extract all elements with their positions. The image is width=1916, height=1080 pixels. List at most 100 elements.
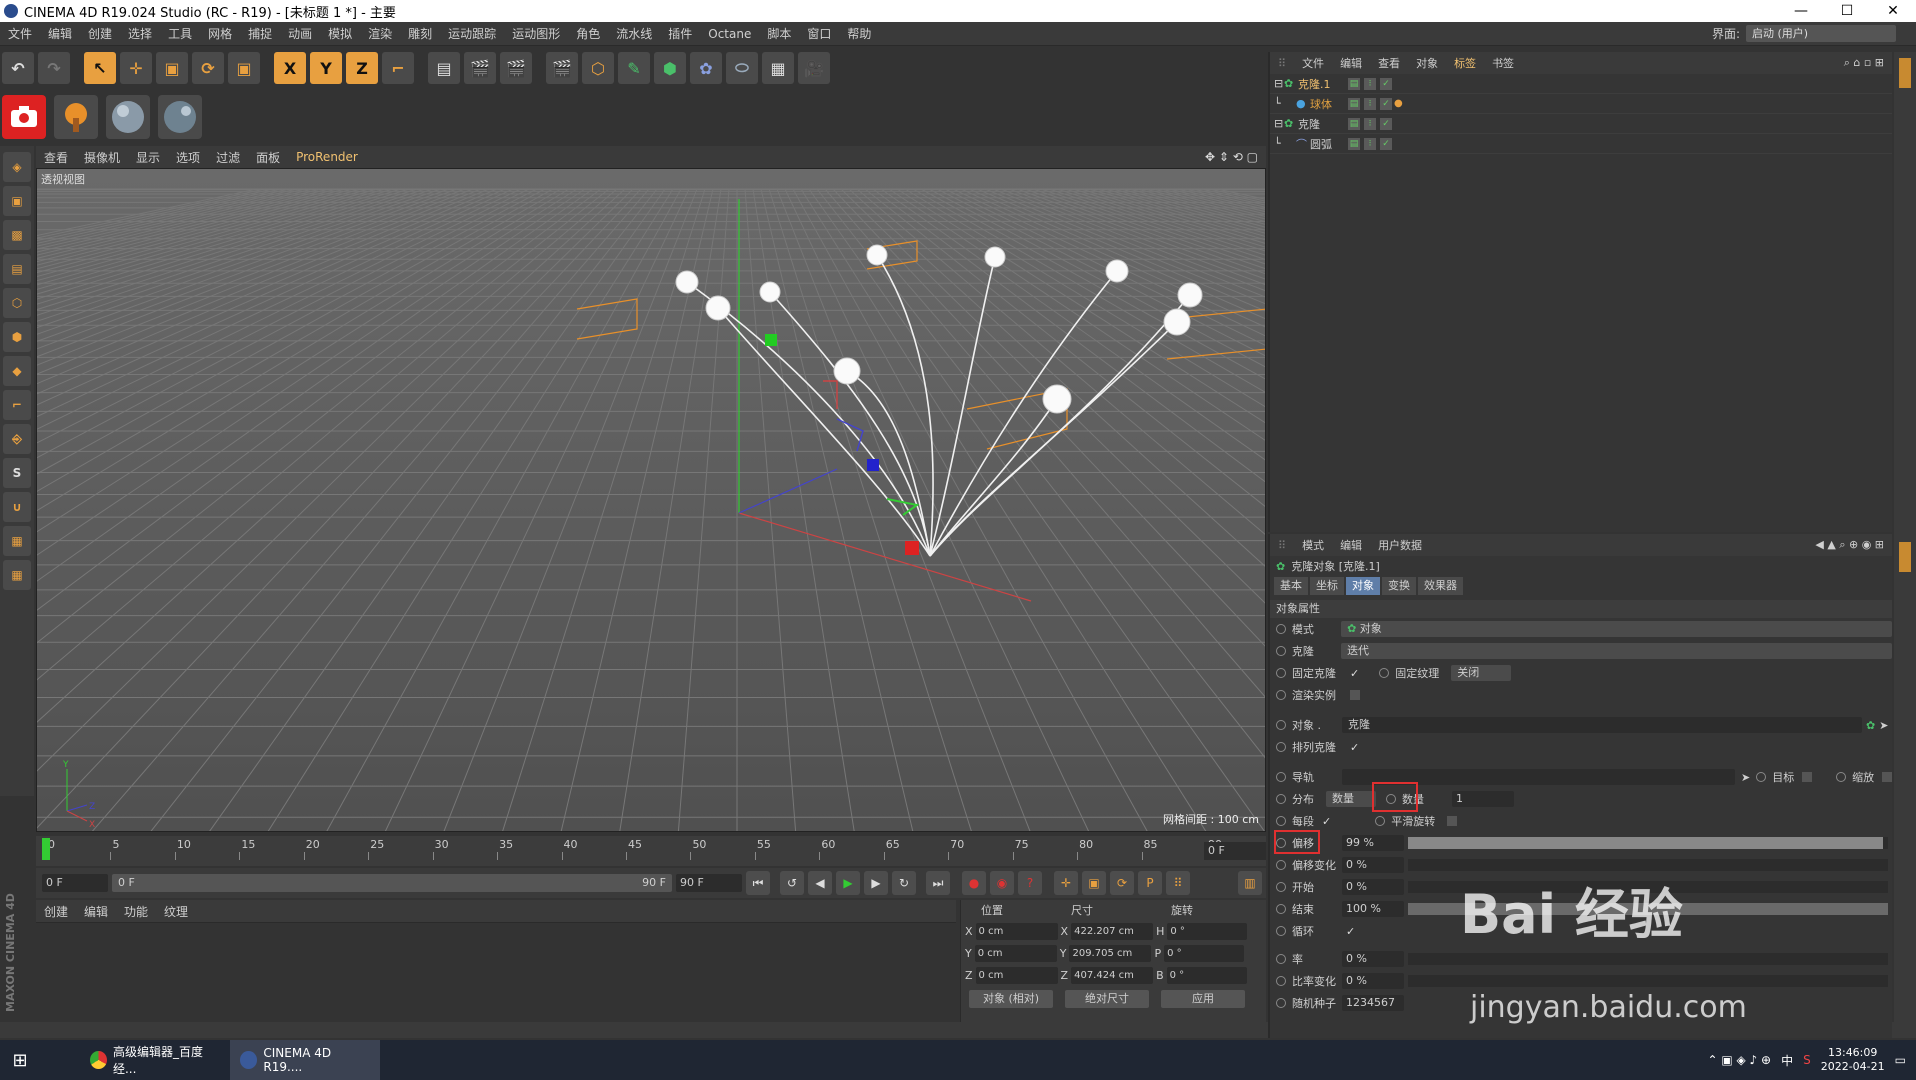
rotation-b-field[interactable]: 0 ° — [1166, 966, 1247, 984]
render-view-icon[interactable]: ▤ — [428, 52, 460, 84]
rotate-tool-icon[interactable]: ⟳ — [192, 52, 224, 84]
material-tag-icon[interactable]: ● — [1394, 98, 1403, 109]
tab-effectors[interactable]: 效果器 — [1418, 577, 1463, 595]
attr-menu-mode[interactable]: 模式 — [1294, 537, 1332, 553]
z-handle[interactable] — [867, 459, 879, 471]
render-settings-icon[interactable]: 🎬 — [500, 52, 532, 84]
sidebar-tab-content-browser[interactable] — [1899, 144, 1911, 204]
smooth-rotation-checkbox[interactable] — [1447, 816, 1458, 826]
render-instance-checkbox[interactable] — [1350, 690, 1360, 700]
menu-octane[interactable]: Octane — [700, 27, 759, 41]
collapse-icon[interactable]: ⊟ — [1274, 77, 1284, 90]
keyframe-selection-icon[interactable]: ? — [1018, 871, 1042, 895]
tweak-mode-icon[interactable]: ⎆ — [3, 424, 31, 454]
viewport-menu-display[interactable]: 显示 — [128, 149, 168, 166]
distribution-select[interactable]: 数量 — [1326, 791, 1376, 807]
key-parameter-icon[interactable]: P — [1138, 871, 1162, 895]
octane-explosion-icon[interactable] — [54, 95, 98, 139]
offset-slider[interactable] — [1408, 837, 1888, 849]
auto-key-icon[interactable]: ◉ — [990, 871, 1014, 895]
attr-menu-userdata[interactable]: 用户数据 — [1370, 537, 1430, 553]
windows-start-icon[interactable]: ⊞ — [0, 1040, 40, 1080]
viewport-menu-camera[interactable]: 摄像机 — [76, 149, 128, 166]
z-axis-icon[interactable]: Z — [346, 52, 378, 84]
workplane-icon[interactable]: ▤ — [3, 254, 31, 284]
target-checkbox[interactable] — [1802, 772, 1813, 782]
rate-field[interactable]: 0 % — [1342, 951, 1404, 967]
x-handle[interactable] — [905, 541, 919, 555]
animate-radio-icon[interactable] — [1276, 720, 1286, 730]
menu-file[interactable]: 文件 — [0, 25, 40, 42]
light-icon[interactable]: 🎥 — [798, 52, 830, 84]
object-menu-object[interactable]: 对象 — [1408, 55, 1446, 71]
key-rotation-icon[interactable]: ⟳ — [1110, 871, 1134, 895]
tray-icons[interactable]: ⌃ ▣ ◈ ♪ ⊕ — [1707, 1053, 1771, 1067]
menu-character[interactable]: 角色 — [568, 25, 608, 42]
sidebar-tab-structure[interactable] — [1899, 212, 1911, 242]
collapse-icon[interactable]: ⊟ — [1274, 117, 1284, 130]
key-pla-icon[interactable]: ⠿ — [1166, 871, 1190, 895]
animate-radio-icon[interactable] — [1276, 742, 1286, 752]
coordinate-system-icon[interactable]: ⌐ — [382, 52, 414, 84]
viewport-menu-prorender[interactable]: ProRender — [288, 150, 366, 164]
y-handle[interactable] — [765, 334, 777, 346]
menu-simulate[interactable]: 模拟 — [320, 25, 360, 42]
go-to-start-icon[interactable]: ⏮ — [746, 871, 770, 895]
key-scale-icon[interactable]: ▣ — [1082, 871, 1106, 895]
make-editable-icon[interactable]: ◈ — [3, 152, 31, 182]
x-axis-icon[interactable]: X — [274, 52, 306, 84]
viewport-nav-icons[interactable]: ✥ ⇕ ⟲ ▢ — [1205, 150, 1266, 164]
sidebar-tab-objects[interactable] — [1899, 58, 1911, 88]
interface-select[interactable]: 启动 (用户) — [1746, 25, 1896, 42]
octane-glass-sphere-icon[interactable] — [158, 95, 202, 139]
menu-mograph[interactable]: 运动图形 — [504, 25, 568, 42]
animate-radio-icon[interactable] — [1276, 860, 1286, 870]
menu-edit[interactable]: 编辑 — [40, 25, 80, 42]
animate-radio-icon[interactable] — [1276, 794, 1286, 804]
floor-icon[interactable]: ⬭ — [726, 52, 758, 84]
play-icon[interactable]: ▶ — [836, 871, 860, 895]
subdivision-icon[interactable]: ✎ — [618, 52, 650, 84]
rate-variation-field[interactable]: 0 % — [1342, 973, 1404, 989]
menu-motion-tracking[interactable]: 运动跟踪 — [440, 25, 504, 42]
menu-sculpt[interactable]: 雕刻 — [400, 25, 440, 42]
menu-mesh[interactable]: 网格 — [200, 25, 240, 42]
ime-indicator[interactable]: 中 — [1781, 1052, 1793, 1069]
size-mode-select[interactable]: 绝对尺寸 — [1065, 990, 1149, 1008]
animate-radio-icon[interactable] — [1276, 954, 1286, 964]
camera-icon[interactable]: ▦ — [762, 52, 794, 84]
animate-radio-icon[interactable] — [1276, 882, 1286, 892]
model-mode-icon[interactable]: ▣ — [3, 186, 31, 216]
next-key-icon[interactable]: ↻ — [892, 871, 916, 895]
frame-range-slider[interactable]: 0 F 90 F — [112, 874, 672, 892]
fix-clone-checkbox[interactable]: ✓ — [1350, 667, 1359, 680]
size-y-field[interactable]: 209.705 cm — [1069, 944, 1152, 962]
animate-radio-icon[interactable] — [1276, 646, 1286, 656]
arrange-clones-checkbox[interactable]: ✓ — [1350, 741, 1359, 754]
lock-workplane-icon[interactable]: ▦ — [3, 526, 31, 556]
tab-object[interactable]: 对象 — [1346, 577, 1380, 595]
mode-select[interactable]: ✿ 对象 — [1341, 621, 1893, 637]
loop-checkbox[interactable]: ✓ — [1346, 925, 1355, 938]
viewport-menu-view[interactable]: 查看 — [36, 149, 76, 166]
tab-coord[interactable]: 坐标 — [1310, 577, 1344, 595]
position-z-field[interactable]: 0 cm — [975, 966, 1058, 984]
menu-window[interactable]: 窗口 — [799, 25, 839, 42]
animate-radio-icon[interactable] — [1379, 668, 1390, 678]
rotation-p-field[interactable]: 0 ° — [1164, 944, 1245, 962]
object-link-field[interactable]: 克隆 — [1342, 717, 1862, 733]
move-tool-icon[interactable]: ✛ — [120, 52, 152, 84]
current-frame-field[interactable]: 0 F — [1204, 842, 1266, 860]
animate-radio-icon[interactable] — [1276, 904, 1286, 914]
enabled-check-icon[interactable]: ✓ — [1380, 137, 1392, 150]
object-menu-bookmarks[interactable]: 书签 — [1484, 55, 1522, 71]
rotation-h-field[interactable]: 0 ° — [1167, 922, 1248, 940]
menu-render[interactable]: 渲染 — [360, 25, 400, 42]
apply-button[interactable]: 应用 — [1161, 990, 1245, 1008]
attr-nav-icons[interactable]: ◀ ▲ ⌕ ⊕ ◉ ⊞ — [1807, 538, 1892, 552]
object-menu-view[interactable]: 查看 — [1370, 55, 1408, 71]
menu-animate[interactable]: 动画 — [280, 25, 320, 42]
sogou-icon[interactable]: S — [1803, 1053, 1811, 1067]
sidebar-tab-attributes[interactable] — [1899, 542, 1911, 572]
end-frame-field[interactable]: 90 F — [676, 874, 742, 892]
